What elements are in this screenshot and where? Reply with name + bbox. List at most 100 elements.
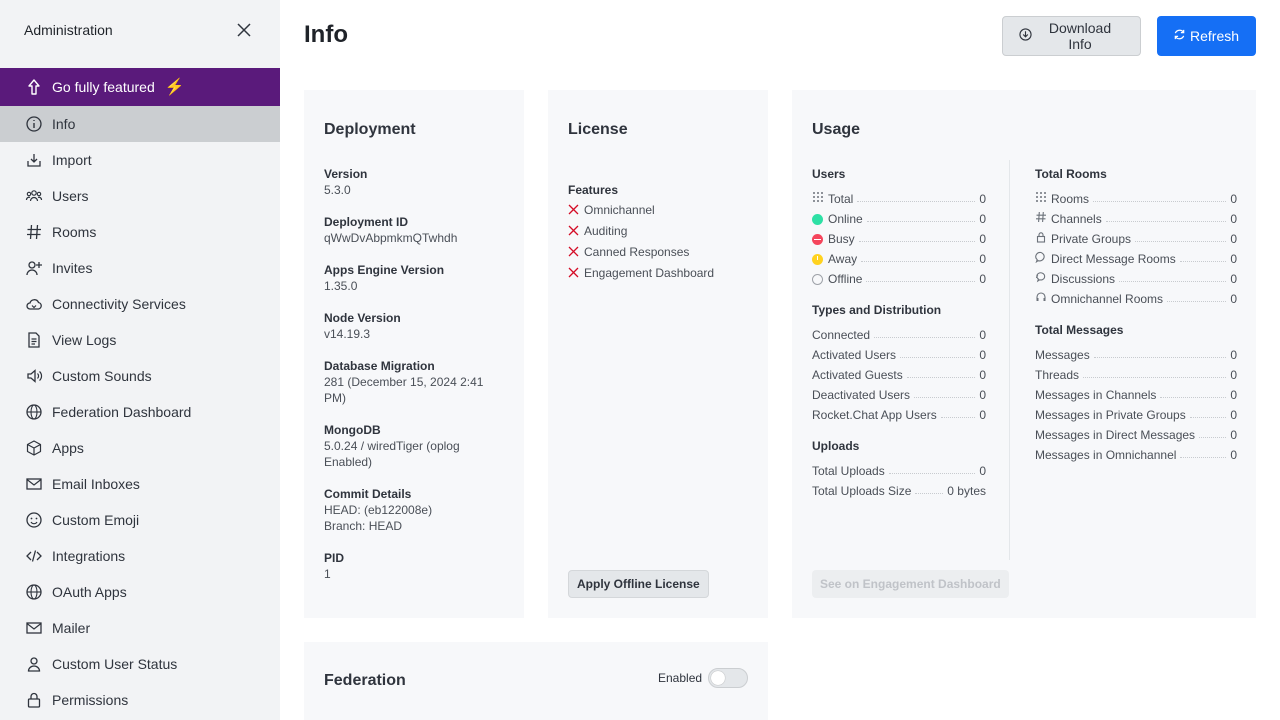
usage-row-name: Messages in Direct Messages (1035, 428, 1195, 442)
usage-row-label: Discussions (1051, 271, 1116, 286)
download-info-label: Download Info (1048, 20, 1112, 52)
download-info-button[interactable]: Download Info (1002, 16, 1141, 56)
usage-row-value: 0 (1230, 408, 1237, 422)
dot-leader (900, 357, 976, 358)
sidebar-item-label: Federation Dashboard (52, 404, 192, 420)
usage-row-name: Omnichannel Rooms (1035, 291, 1163, 306)
go-fully-featured-button[interactable]: Go fully featured ⚡ (0, 68, 280, 106)
usage-row-value: 0 (979, 388, 986, 402)
usage-row-value: 0 (979, 408, 986, 422)
usage-row-name: Offline (812, 272, 862, 286)
usage-row-name: Online (812, 212, 863, 226)
sidebar-item-label: Apps (52, 440, 84, 456)
sidebar-header: Administration (0, 0, 280, 60)
sidebar-item-mailer[interactable]: Mailer (0, 610, 280, 646)
usage-row-name: Away (812, 252, 857, 266)
field-value: HEAD: (eb122008e) (324, 503, 433, 517)
usage-row: Total Uploads 0 (812, 458, 986, 478)
usage-row-name: Total (812, 191, 853, 206)
dot-leader (1093, 357, 1227, 358)
sidebar-item-label: Info (52, 116, 76, 132)
sidebar-item-integrations[interactable]: Integrations (0, 538, 280, 574)
toggle-knob (711, 671, 725, 685)
license-feature: Omnichannel (568, 203, 655, 217)
usage-row-name: Messages in Channels (1035, 388, 1156, 402)
field-label: Node Version (324, 311, 401, 325)
usage-row-label: Rooms (1051, 191, 1090, 206)
field-value: 1 (324, 567, 331, 581)
usage-row-label: Total (828, 191, 854, 206)
usage-row: Messages 0 (1035, 342, 1237, 362)
cross-icon (568, 267, 584, 279)
field-label: Commit Details (324, 487, 412, 501)
sidebar-item-view-logs[interactable]: View Logs (0, 322, 280, 358)
usage-row-value: 0 (979, 368, 986, 382)
usage-section-label: Users (812, 167, 846, 181)
refresh-label: Refresh (1190, 28, 1240, 44)
users-grid-icon (812, 191, 824, 206)
deployment-field: Database Migration 281 (December 15, 2024… (324, 358, 504, 406)
usage-section-label: Total Rooms (1035, 167, 1107, 181)
usage-row-label: Direct Message Rooms (1051, 251, 1176, 266)
usage-row: Direct Message Rooms 0 (1035, 246, 1237, 266)
usage-row-name: Messages in Private Groups (1035, 408, 1186, 422)
apply-offline-license-button[interactable]: Apply Offline License (568, 570, 709, 598)
refresh-button[interactable]: Refresh (1157, 16, 1256, 56)
featured-label: Go fully featured (52, 79, 155, 95)
chat-icon (1035, 251, 1047, 266)
usage-row-label: Connected (812, 328, 871, 342)
sidebar-item-info[interactable]: Info (0, 106, 280, 142)
refresh-icon (1173, 28, 1186, 44)
usage-row-label: Messages in Private Groups (1035, 408, 1186, 422)
sidebar-item-custom-emoji[interactable]: Custom Emoji (0, 502, 280, 538)
sidebar-item-connectivity-services[interactable]: Connectivity Services (0, 286, 280, 322)
usage-row: Deactivated Users 0 (812, 382, 986, 402)
file-icon (24, 330, 44, 350)
sidebar-item-oauth-apps[interactable]: OAuth Apps (0, 574, 280, 610)
sidebar-item-federation-dashboard[interactable]: Federation Dashboard (0, 394, 280, 430)
field-label: Apps Engine Version (324, 263, 445, 277)
usage-row-label: Channels (1051, 211, 1102, 226)
see-engagement-dashboard-button[interactable]: See on Engagement Dashboard (812, 570, 1009, 598)
sidebar-item-label: Permissions (52, 692, 129, 708)
usage-row-value: 0 (1230, 192, 1237, 206)
dot-leader (1179, 261, 1227, 262)
usage-row-name: Channels (1035, 211, 1102, 226)
usage-row-label: Activated Users (812, 348, 897, 362)
usage-row-name: Messages (1035, 348, 1090, 362)
usage-section-label: Types and Distribution (812, 303, 942, 317)
usage-row-label: Messages in Omnichannel (1035, 448, 1177, 462)
usage-row: Rocket.Chat App Users 0 (812, 402, 986, 422)
sidebar-item-apps[interactable]: Apps (0, 430, 280, 466)
sidebar-item-invites[interactable]: Invites (0, 250, 280, 286)
hash-icon (24, 222, 44, 242)
speaker-icon (24, 366, 44, 386)
sidebar-item-users[interactable]: Users (0, 178, 280, 214)
sidebar-item-rooms[interactable]: Rooms (0, 214, 280, 250)
dot-leader (1135, 241, 1227, 242)
usage-row: Channels 0 (1035, 206, 1237, 226)
usage-row: Busy 0 (812, 226, 986, 246)
code-icon (24, 546, 44, 566)
close-icon[interactable] (232, 18, 256, 42)
sidebar-item-email-inboxes[interactable]: Email Inboxes (0, 466, 280, 502)
usage-row-value: 0 (1230, 232, 1237, 246)
usage-row-name: Deactivated Users (812, 388, 910, 402)
sidebar-item-label: Users (52, 188, 89, 204)
sidebar-item-label: Import (52, 152, 92, 168)
sidebar-item-custom-user-status[interactable]: Custom User Status (0, 646, 280, 682)
federation-enabled-toggle[interactable] (708, 668, 748, 688)
usage-row-label: Activated Guests (812, 368, 903, 382)
usage-row-label: Messages (1035, 348, 1090, 362)
usage-row-value: 0 (979, 192, 986, 206)
sidebar-item-label: Custom User Status (52, 656, 178, 672)
sidebar-item-permissions[interactable]: Permissions (0, 682, 280, 718)
sidebar-item-label: Email Inboxes (52, 476, 140, 492)
sidebar-item-custom-sounds[interactable]: Custom Sounds (0, 358, 280, 394)
dot-leader (858, 241, 976, 242)
dot-leader (866, 281, 976, 282)
usage-row-label: Deactivated Users (812, 388, 911, 402)
sidebar-item-import[interactable]: Import (0, 142, 280, 178)
dot-leader (1083, 377, 1227, 378)
